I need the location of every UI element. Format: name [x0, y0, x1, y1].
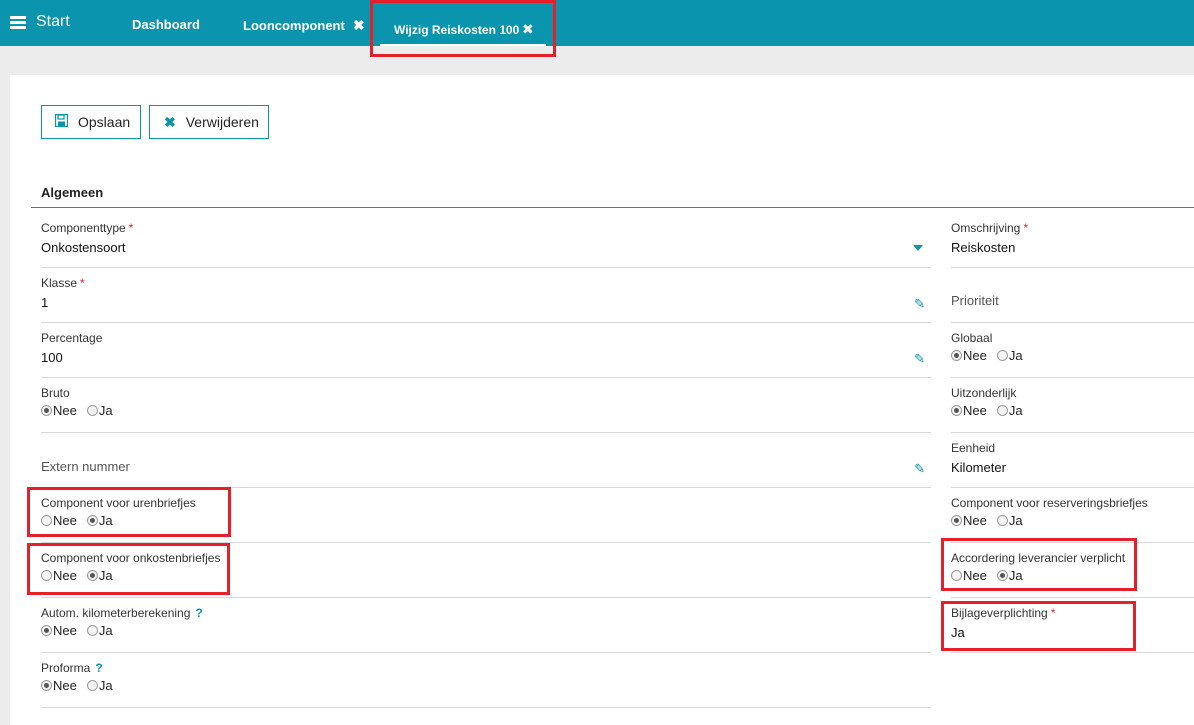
field-label: Eenheid	[951, 441, 996, 455]
save-button-label: Opslaan	[78, 114, 131, 130]
radio-nee[interactable]	[41, 625, 52, 636]
close-icon: ✖	[164, 113, 176, 130]
radio-label: Ja	[1008, 513, 1023, 528]
delete-button[interactable]: ✖ Verwijderen	[149, 105, 269, 139]
section-divider	[31, 207, 1194, 208]
field-component-reserveringsbriefjes: Component voor reserveringsbriefjes Nee …	[951, 490, 1194, 543]
field-bruto: Bruto Nee Ja	[41, 380, 931, 433]
tab-looncomponent[interactable]: Looncomponent ✖	[243, 17, 365, 34]
radio-ja[interactable]	[996, 350, 1008, 361]
highlight-box-urenbriefjes	[27, 487, 231, 537]
field-proforma: Proforma? Nee Ja	[41, 655, 931, 708]
field-uitzonderlijk: Uitzonderlijk Nee Ja	[951, 380, 1194, 433]
highlight-box-bijlageverplichting	[941, 601, 1136, 651]
radio-group: Nee Ja	[41, 623, 123, 638]
floppy-disk-icon	[54, 113, 69, 130]
required-asterisk: *	[80, 276, 85, 290]
radio-label: Nee	[53, 623, 77, 638]
hamburger-icon	[10, 14, 26, 31]
tab-dashboard[interactable]: Dashboard	[132, 17, 200, 32]
field-globaal: Globaal Nee Ja	[951, 325, 1194, 378]
tab-label: Dashboard	[132, 17, 200, 32]
save-button[interactable]: Opslaan	[41, 105, 141, 139]
highlight-box-active-tab	[370, 0, 556, 57]
label-text: Klasse	[41, 276, 78, 290]
field-value: 1	[41, 295, 49, 310]
field-label: Componenttype *	[41, 221, 133, 235]
radio-ja[interactable]	[996, 405, 1008, 416]
help-icon[interactable]: ?	[195, 606, 202, 620]
field-extern-nummer[interactable]: Extern nummer ✎	[41, 435, 931, 488]
field-label: Klasse *	[41, 276, 85, 290]
field-label: Component voor reserveringsbriefjes	[951, 496, 1148, 510]
field-autom-kilometerberekening: Autom. kilometerberekening? Nee Ja	[41, 600, 931, 653]
radio-label: Ja	[1008, 403, 1023, 418]
field-label: Extern nummer	[41, 459, 130, 474]
field-value: 100	[41, 350, 63, 365]
dropdown-caret-icon[interactable]	[913, 245, 923, 251]
pencil-icon[interactable]: ✎	[914, 296, 925, 312]
field-percentage[interactable]: Percentage 100 ✎	[41, 325, 931, 378]
field-label: Globaal	[951, 331, 993, 345]
radio-label: Ja	[1008, 348, 1023, 363]
radio-ja[interactable]	[86, 405, 98, 416]
field-label: Omschrijving *	[951, 221, 1028, 235]
highlight-box-onkostenbriefjes	[27, 543, 230, 595]
radio-ja[interactable]	[86, 625, 98, 636]
field-eenheid[interactable]: Eenheid Kilometer	[951, 435, 1194, 488]
radio-ja[interactable]	[86, 680, 98, 691]
field-value: Onkostensoort	[41, 240, 126, 255]
field-omschrijving[interactable]: Omschrijving * Reiskosten	[951, 215, 1194, 268]
top-navigation-bar: Start Dashboard Looncomponent ✖ Wijzig Re…	[0, 0, 1194, 46]
field-prioriteit[interactable]: Prioriteit	[951, 270, 1194, 323]
field-label: Bruto	[41, 386, 70, 400]
radio-nee[interactable]	[951, 405, 962, 416]
start-label: Start	[36, 13, 70, 30]
required-asterisk: *	[128, 221, 134, 235]
close-icon[interactable]: ✖	[353, 17, 365, 33]
label-text: Autom. kilometerberekening	[41, 606, 191, 620]
radio-label: Nee	[53, 678, 77, 693]
field-label: Prioriteit	[951, 293, 999, 308]
radio-group: Nee Ja	[41, 403, 123, 418]
radio-label: Ja	[98, 403, 113, 418]
radio-group: Nee Ja	[41, 678, 123, 693]
radio-label: Nee	[963, 513, 987, 528]
radio-label: Nee	[53, 403, 77, 418]
radio-nee[interactable]	[951, 515, 962, 526]
field-klasse[interactable]: Klasse * 1 ✎	[41, 270, 931, 323]
label-text: Componenttype	[41, 221, 126, 235]
field-label: Percentage	[41, 331, 103, 345]
radio-group: Nee Ja	[951, 513, 1033, 528]
radio-label: Nee	[963, 403, 987, 418]
field-label: Autom. kilometerberekening?	[41, 606, 203, 620]
label-text: Omschrijving	[951, 221, 1021, 235]
delete-button-label: Verwijderen	[185, 114, 259, 130]
radio-nee[interactable]	[41, 405, 52, 416]
help-icon[interactable]: ?	[95, 661, 102, 675]
radio-nee[interactable]	[951, 350, 962, 361]
section-title: Algemeen	[41, 185, 104, 200]
label-text: Proforma	[41, 661, 91, 675]
required-asterisk: *	[1023, 221, 1029, 235]
field-value: Reiskosten	[951, 240, 1016, 255]
radio-group: Nee Ja	[951, 403, 1033, 418]
field-label: Uitzonderlijk	[951, 386, 1017, 400]
pencil-icon[interactable]: ✎	[914, 461, 925, 477]
pencil-icon[interactable]: ✎	[914, 351, 925, 367]
start-menu-button[interactable]: Start	[10, 13, 70, 31]
radio-nee[interactable]	[41, 680, 52, 691]
radio-label: Ja	[98, 623, 113, 638]
radio-label: Ja	[98, 678, 113, 693]
radio-group: Nee Ja	[951, 348, 1033, 363]
tab-label: Looncomponent	[243, 18, 345, 33]
field-value: Kilometer	[951, 460, 1006, 475]
field-label: Proforma?	[41, 661, 103, 675]
highlight-box-accordering	[941, 538, 1137, 591]
radio-label: Nee	[963, 348, 987, 363]
radio-ja[interactable]	[996, 515, 1008, 526]
field-componenttype[interactable]: Componenttype * Onkostensoort	[41, 215, 931, 268]
